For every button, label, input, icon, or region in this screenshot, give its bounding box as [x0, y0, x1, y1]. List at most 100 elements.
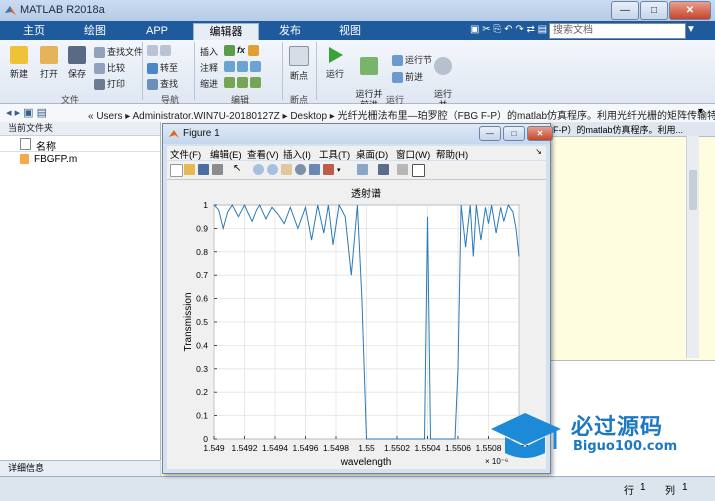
- breakpoints-button[interactable]: 断点: [286, 44, 312, 82]
- pointer-icon[interactable]: ↖: [233, 163, 244, 174]
- zoom-in-icon[interactable]: [253, 164, 264, 175]
- brush-icon[interactable]: [323, 164, 334, 175]
- search-input[interactable]: 搜索文档: [549, 23, 686, 39]
- new-button[interactable]: 新建: [6, 44, 32, 80]
- figure-close-button[interactable]: ✕: [527, 126, 553, 141]
- clock-icon: [434, 57, 452, 75]
- comment-button[interactable]: 注释: [200, 61, 218, 74]
- minimize-button[interactable]: —: [611, 1, 639, 20]
- nav-arrows-icon[interactable]: ◂ ▸ ▣ ▤: [6, 106, 47, 119]
- brush-dropdown-icon[interactable]: ▾: [337, 166, 348, 177]
- compare-button[interactable]: 比较: [94, 61, 125, 75]
- indent-button[interactable]: 缩进: [200, 77, 218, 90]
- figure-maximize-button[interactable]: □: [503, 126, 525, 141]
- rotate-3d-icon[interactable]: [295, 164, 306, 175]
- run-advance-icon: [360, 57, 378, 75]
- save-button[interactable]: 保存: [64, 44, 90, 80]
- insert-legend-icon[interactable]: [397, 164, 408, 175]
- edit-insert-icons[interactable]: fx: [224, 45, 261, 57]
- tab-home[interactable]: 主页: [6, 23, 62, 40]
- toolstrip: 新建 打开 保存 查找文件 比较 打印 文件 转至 查找 导航 插入 注释 缩进…: [0, 40, 715, 121]
- browse-icon[interactable]: ▾: [698, 106, 703, 117]
- advance-icon: [392, 72, 403, 84]
- save-icon: [68, 46, 86, 64]
- indent-icons[interactable]: [224, 77, 263, 89]
- separator: [142, 42, 143, 100]
- new-figure-icon[interactable]: [170, 164, 183, 177]
- list-item[interactable]: FBGFP.m: [0, 152, 160, 167]
- insert-colorbar-icon[interactable]: [378, 164, 389, 175]
- open-button[interactable]: 打开: [36, 44, 62, 80]
- watermark-site: Biguo100.com: [573, 439, 678, 454]
- help-icon[interactable]: ▼: [686, 24, 696, 35]
- back-forward-buttons[interactable]: [147, 45, 173, 57]
- goto-button[interactable]: 转至: [147, 61, 178, 75]
- menu-view[interactable]: 查看(V): [247, 147, 279, 161]
- y-tick-label: 0.4: [196, 340, 208, 350]
- menu-file[interactable]: 文件(F): [170, 147, 201, 161]
- tab-apps[interactable]: APP: [128, 23, 186, 40]
- current-folder-path[interactable]: « Users ▸ Administrator.WIN7U-20180127Z …: [88, 107, 715, 122]
- graduation-cap-logo: [491, 413, 561, 458]
- watermark: 必过源码 Biguo100.com: [487, 405, 712, 467]
- figure-title: Figure 1: [183, 128, 220, 139]
- pan-icon[interactable]: [281, 164, 292, 175]
- scroll-thumb[interactable]: [689, 170, 697, 210]
- y-tick-label: 0.1: [196, 411, 208, 421]
- editor-scrollbar[interactable]: [686, 136, 699, 358]
- find-files-button[interactable]: 查找文件: [94, 45, 143, 59]
- menu-desktop[interactable]: 桌面(D): [356, 147, 388, 161]
- print-icon: [94, 79, 105, 91]
- hide-plot-tools-icon[interactable]: [412, 164, 425, 177]
- tab-view[interactable]: 视图: [322, 23, 378, 40]
- run-section-button[interactable]: 运行节: [392, 53, 432, 67]
- menu-help[interactable]: 帮助(H): [436, 147, 468, 161]
- find-icon: [147, 79, 158, 91]
- tab-publish[interactable]: 发布: [262, 23, 318, 40]
- separator: [316, 42, 317, 100]
- menu-edit[interactable]: 编辑(E): [210, 147, 242, 161]
- zoom-out-icon[interactable]: [267, 164, 278, 175]
- current-folder-panel: 当前文件夹 名称 FBGFP.m: [0, 122, 161, 460]
- menu-window[interactable]: 窗口(W): [396, 147, 430, 161]
- new-icon: [10, 46, 28, 64]
- insert-icon: [224, 45, 235, 57]
- close-button[interactable]: ✕: [669, 1, 711, 20]
- main-title-bar: MATLAB R2018a — □ ✕: [0, 0, 715, 22]
- details-panel[interactable]: 详细信息: [0, 460, 160, 476]
- ribbon-tab-bar: 主页 绘图 APP 编辑器 发布 视图 ▣ ✂ ⎘ ↶ ↷ ⇄ ▤ 搜索文档 ▼: [0, 21, 715, 41]
- figure-icon: [169, 130, 179, 138]
- row-label: 行: [624, 486, 634, 497]
- find-button[interactable]: 查找: [147, 77, 178, 91]
- back-arrow-icon: [147, 45, 158, 57]
- panel-title: 当前文件夹: [0, 122, 160, 136]
- figure-menu-bar: 文件(F) 编辑(E) 查看(V) 插入(I) 工具(T) 桌面(D) 窗口(W…: [167, 146, 546, 161]
- menu-dock-icon[interactable]: ↘: [535, 147, 542, 156]
- m-file-icon: [20, 154, 29, 164]
- tab-editor[interactable]: 编辑器: [193, 23, 259, 41]
- open-folder-icon: [40, 46, 58, 64]
- save-figure-icon[interactable]: [198, 164, 209, 175]
- run-section-icon: [392, 55, 403, 67]
- print-button[interactable]: 打印: [94, 77, 125, 91]
- advance-button[interactable]: 前进: [392, 70, 423, 84]
- maximize-button[interactable]: □: [640, 1, 668, 20]
- address-bar: ◂ ▸ ▣ ▤ « Users ▸ Administrator.WIN7U-20…: [0, 104, 715, 123]
- figure-minimize-button[interactable]: —: [479, 126, 501, 141]
- menu-insert[interactable]: 插入(I): [283, 147, 311, 161]
- insert-button[interactable]: 插入: [200, 45, 218, 58]
- col-label: 列: [665, 486, 675, 497]
- name-column-header[interactable]: 名称: [36, 138, 56, 153]
- data-cursor-icon[interactable]: [309, 164, 320, 175]
- quick-access-icons[interactable]: ▣ ✂ ⎘ ↶ ↷ ⇄ ▤: [470, 24, 547, 35]
- open-file-icon[interactable]: [184, 164, 195, 175]
- insert-fx-icon: [248, 45, 260, 57]
- comment-icons[interactable]: [224, 61, 263, 73]
- run-button[interactable]: 运行: [322, 44, 348, 80]
- editor-tab[interactable]: F-P）的matlab仿真程序。利用...: [549, 122, 715, 137]
- menu-tools[interactable]: 工具(T): [319, 147, 350, 161]
- print-figure-icon[interactable]: [212, 164, 223, 175]
- link-plot-icon[interactable]: [357, 164, 368, 175]
- tab-plots[interactable]: 绘图: [66, 23, 124, 40]
- y-axis-label: Transmission: [183, 292, 194, 351]
